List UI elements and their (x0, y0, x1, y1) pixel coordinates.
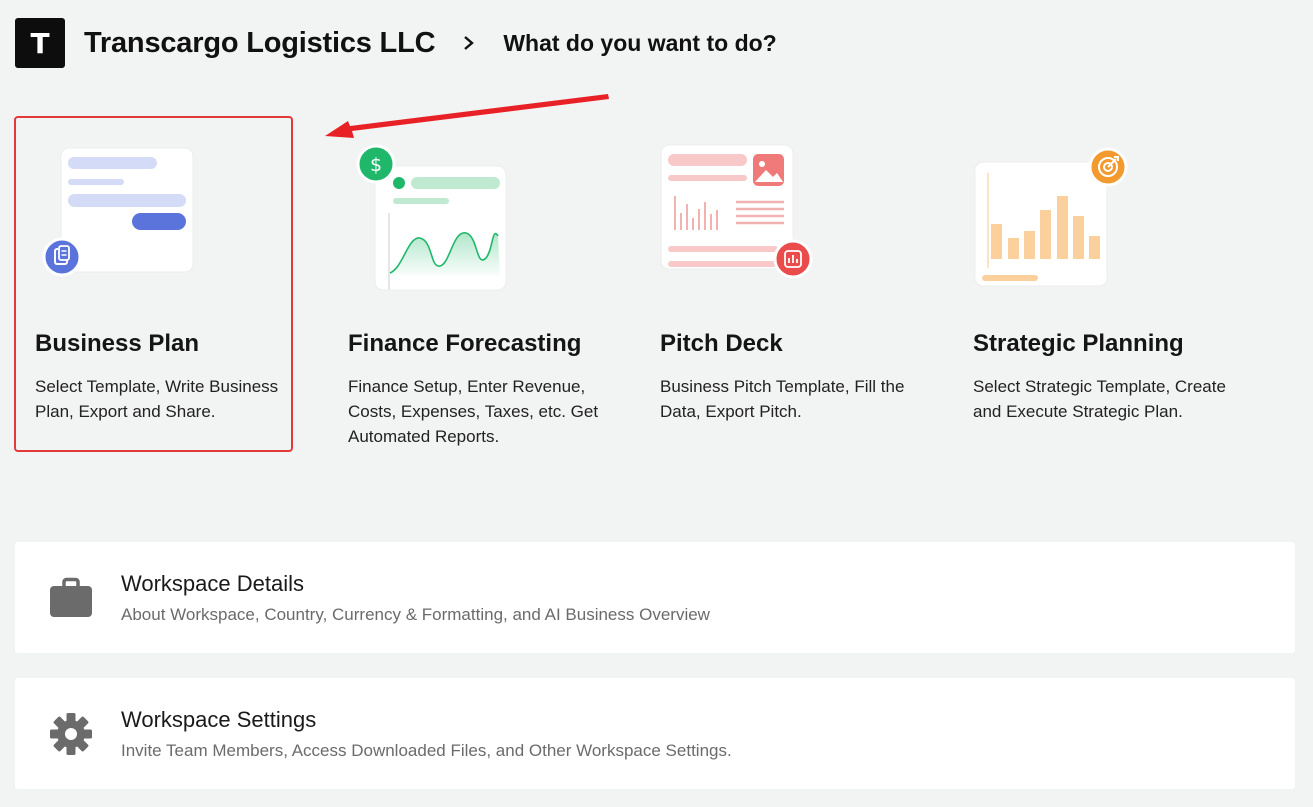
workspace-settings-panel[interactable]: Workspace Settings Invite Team Members, … (15, 678, 1295, 789)
svg-text:$: $ (370, 154, 382, 176)
highlight-box (14, 116, 293, 452)
panel-title: Workspace Details (121, 571, 304, 596)
chart-icon (773, 239, 813, 279)
card-pitch-deck[interactable]: Pitch Deck Business Pitch Template, Fill… (640, 118, 930, 448)
card-finance-forecasting[interactable]: $ Finance Forecasting Finance Setup, Ent… (328, 118, 618, 448)
workspace-logo[interactable]: T (15, 18, 65, 68)
card-title: Pitch Deck (660, 330, 783, 357)
chevron-right-icon (464, 36, 475, 50)
dollar-icon: $ (356, 144, 396, 184)
target-icon (1088, 147, 1128, 187)
card-description: Finance Setup, Enter Revenue, Costs, Exp… (348, 377, 599, 446)
card-description: Business Pitch Template, Fill the Data, … (660, 377, 905, 421)
card-title: Strategic Planning (973, 330, 1184, 357)
strategic-planning-illustration (974, 147, 1128, 287)
page-header: T Transcargo Logistics LLC What do you w… (15, 18, 777, 68)
panel-subtitle: About Workspace, Country, Currency & For… (121, 605, 710, 624)
company-name[interactable]: Transcargo Logistics LLC (84, 27, 436, 60)
card-title: Finance Forecasting (348, 330, 582, 357)
card-strategic-planning[interactable]: Strategic Planning Select Strategic Temp… (953, 118, 1243, 448)
workspace-details-panel[interactable]: Workspace Details About Workspace, Count… (15, 542, 1295, 653)
red-arrow-annotation (325, 94, 609, 138)
gear-icon (50, 713, 92, 755)
briefcase-icon (50, 577, 92, 617)
card-description: Select Strategic Template, Create and Ex… (973, 377, 1226, 421)
page-title: What do you want to do? (503, 29, 777, 56)
pitch-deck-illustration (660, 144, 813, 279)
finance-illustration: $ (356, 144, 507, 291)
panel-title: Workspace Settings (121, 707, 317, 732)
panel-subtitle: Invite Team Members, Access Downloaded F… (121, 741, 732, 760)
